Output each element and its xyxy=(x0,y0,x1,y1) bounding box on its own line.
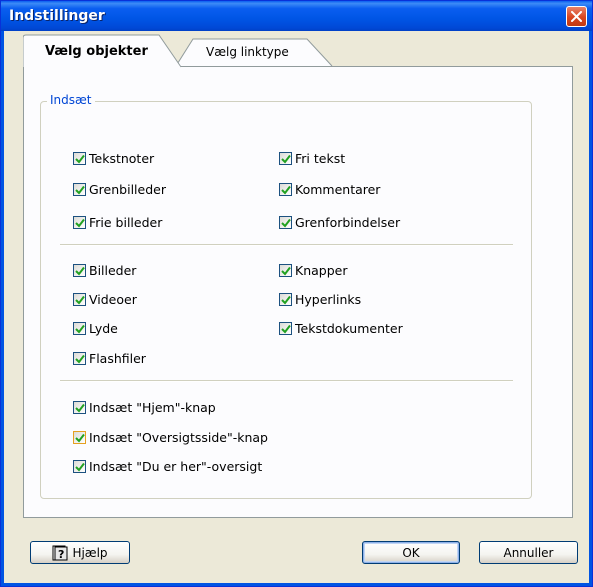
tab-link-type[interactable]: Vælg linktype xyxy=(176,37,333,67)
help-button[interactable]: ? Hjælp xyxy=(30,541,130,564)
checkbox-label: Tekstnoter xyxy=(89,150,155,166)
checkbox-box[interactable] xyxy=(73,351,86,365)
cancel-button[interactable]: Annuller xyxy=(479,541,578,564)
checkbox-label: Flashfiler xyxy=(89,350,146,366)
checkbox-box[interactable] xyxy=(73,182,86,196)
checkbox-insert-overview-page-button[interactable]: Indsæt "Oversigtsside"-knap xyxy=(73,429,268,445)
checkbox-label: Indsæt "Du er her"-oversigt xyxy=(89,458,263,474)
insert-group-legend: Indsæt xyxy=(47,93,95,107)
checkbox-box[interactable] xyxy=(279,215,292,229)
checkbox-images[interactable]: Billeder xyxy=(73,262,136,278)
checkbox-videos[interactable]: Videoer xyxy=(73,291,137,307)
cancel-button-label: Annuller xyxy=(503,545,554,560)
checkbox-box[interactable] xyxy=(279,292,292,306)
checkmark-icon xyxy=(281,154,291,164)
checkbox-label: Indsæt "Hjem"-knap xyxy=(89,399,216,415)
help-button-label: Hjælp xyxy=(72,545,108,560)
checkmark-icon xyxy=(281,185,291,195)
title-bar[interactable]: Indstillinger xyxy=(1,1,592,31)
checkbox-box[interactable] xyxy=(73,459,86,473)
checkbox-label: Videoer xyxy=(89,291,137,307)
checkbox-label: Tekstdokumenter xyxy=(295,320,403,336)
checkbox-label: Grenbilleder xyxy=(89,181,166,197)
ok-button[interactable]: OK xyxy=(362,541,460,564)
checkbox-hyperlinks[interactable]: Hyperlinks xyxy=(279,291,361,307)
checkbox-box[interactable] xyxy=(73,292,86,306)
close-icon xyxy=(571,11,582,22)
checkmark-icon xyxy=(281,295,291,305)
checkbox-buttons[interactable]: Knapper xyxy=(279,262,347,278)
checkbox-comments[interactable]: Kommentarer xyxy=(279,181,380,197)
help-icon: ? xyxy=(52,545,68,561)
checkbox-box[interactable] xyxy=(279,321,292,335)
ok-button-label: OK xyxy=(402,545,420,560)
checkbox-label: Hyperlinks xyxy=(295,291,362,307)
checkbox-box[interactable] xyxy=(279,151,292,165)
checkbox-insert-you-are-here[interactable]: Indsæt "Du er her"-oversigt xyxy=(73,458,262,474)
checkbox-box[interactable] xyxy=(73,151,86,165)
tab-link-type-label: Vælg linktype xyxy=(206,45,289,59)
checkbox-label: Fri tekst xyxy=(295,150,346,166)
checkmark-icon xyxy=(75,295,85,305)
checkmark-icon xyxy=(75,324,85,334)
checkbox-sounds[interactable]: Lyde xyxy=(73,320,118,336)
checkmark-icon xyxy=(281,218,291,228)
checkbox-box[interactable] xyxy=(73,215,86,229)
checkmark-icon xyxy=(75,433,85,443)
checkbox-label: Grenforbindelser xyxy=(295,214,401,230)
checkmark-icon xyxy=(75,266,85,276)
checkbox-label: Lyde xyxy=(89,320,118,336)
checkbox-label: Indsæt "Oversigtsside"-knap xyxy=(89,429,268,445)
checkmark-icon xyxy=(75,185,85,195)
tab-select-objects[interactable]: Vælg objekter xyxy=(23,34,182,68)
checkbox-branch-connections[interactable]: Grenforbindelser xyxy=(279,214,400,230)
checkmark-icon xyxy=(281,266,291,276)
checkbox-label: Frie billeder xyxy=(89,214,163,230)
checkbox-box[interactable] xyxy=(73,430,86,444)
checkbox-label: Knapper xyxy=(295,262,348,278)
checkmark-icon xyxy=(75,354,85,364)
checkbox-label: Kommentarer xyxy=(295,181,381,197)
tab-select-objects-label: Vælg objekter xyxy=(45,44,148,59)
checkmark-icon xyxy=(75,462,85,472)
checkbox-label: Billeder xyxy=(89,262,137,278)
checkbox-box[interactable] xyxy=(73,400,86,414)
checkbox-box[interactable] xyxy=(279,182,292,196)
checkbox-box[interactable] xyxy=(73,321,86,335)
close-button[interactable] xyxy=(566,6,587,27)
separator xyxy=(60,380,513,382)
checkbox-insert-home-button[interactable]: Indsæt "Hjem"-knap xyxy=(73,399,216,415)
checkmark-icon xyxy=(281,324,291,334)
checkbox-free-text[interactable]: Fri tekst xyxy=(279,150,345,166)
window-title: Indstillinger xyxy=(9,8,105,24)
checkbox-box[interactable] xyxy=(73,263,86,277)
checkbox-flash-files[interactable]: Flashfiler xyxy=(73,350,146,366)
separator xyxy=(60,244,513,246)
checkmark-icon xyxy=(75,403,85,413)
checkbox-text-documents[interactable]: Tekstdokumenter xyxy=(279,320,403,336)
checkbox-box[interactable] xyxy=(279,263,292,277)
checkbox-branch-images[interactable]: Grenbilleder xyxy=(73,181,166,197)
svg-text:?: ? xyxy=(58,548,64,561)
checkmark-icon xyxy=(75,218,85,228)
checkmark-icon xyxy=(75,154,85,164)
checkbox-text-notes[interactable]: Tekstnoter xyxy=(73,150,154,166)
checkbox-free-images[interactable]: Frie billeder xyxy=(73,214,162,230)
